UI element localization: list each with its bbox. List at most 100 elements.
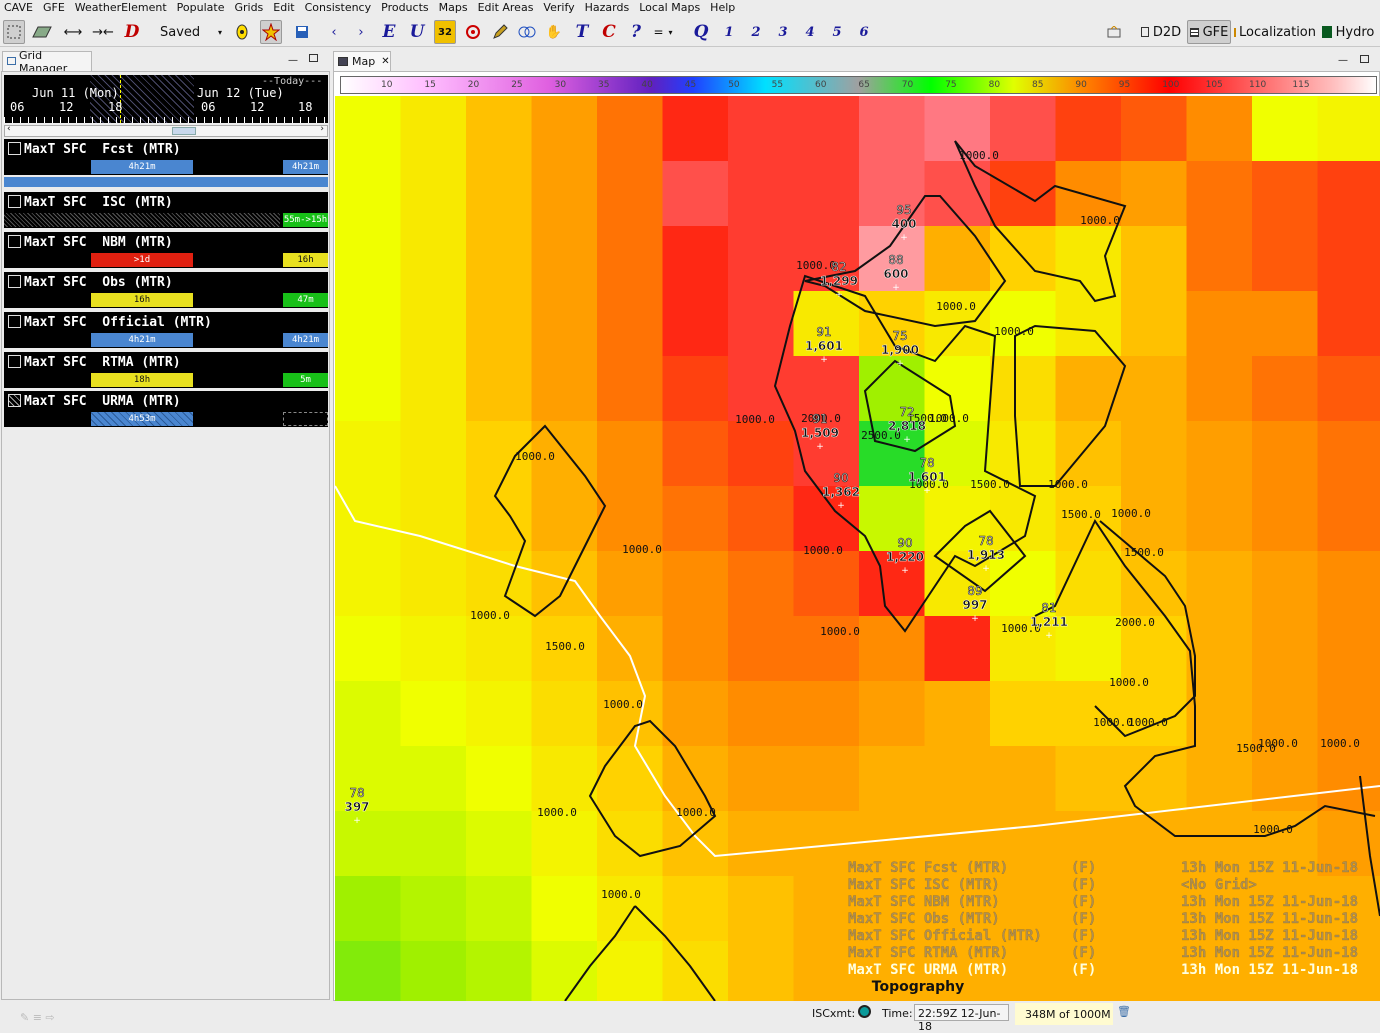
- map-canvas[interactable]: 1000.01000.01000.01000.01000.01000.01000…: [335, 96, 1380, 1001]
- prev-icon[interactable]: ‹: [323, 20, 345, 44]
- info-icon[interactable]: [231, 20, 253, 44]
- grid-checkbox[interactable]: [8, 235, 21, 248]
- map-display[interactable]: 1015202530354045505560657075808590951001…: [333, 71, 1380, 1001]
- pixel-size-32-button[interactable]: 32: [434, 20, 456, 44]
- grid-latest-bar[interactable]: 4h21m: [283, 333, 328, 347]
- menu-local-maps[interactable]: Local Maps: [639, 1, 700, 14]
- menu-products[interactable]: Products: [381, 1, 429, 14]
- grid-row[interactable]: MaxT SFC Obs (MTR)16h47m: [4, 272, 328, 308]
- map-maximize-icon[interactable]: [1360, 55, 1369, 63]
- scroll-right-icon[interactable]: ›: [320, 124, 324, 134]
- minimize-icon[interactable]: —: [288, 55, 298, 66]
- scroll-thumb[interactable]: [172, 127, 196, 135]
- tool-5-button[interactable]: 5: [826, 20, 848, 44]
- grid-time-bar[interactable]: 18h: [91, 373, 193, 387]
- grid-latest-bar[interactable]: [283, 412, 328, 426]
- menu-verify[interactable]: Verify: [543, 1, 574, 14]
- select-tool-icon[interactable]: [3, 20, 25, 44]
- grid-row[interactable]: MaxT SFC NBM (MTR)>1d16h: [4, 232, 328, 268]
- contour-tool-icon[interactable]: [516, 20, 538, 44]
- sample-tool-icon[interactable]: [31, 20, 53, 44]
- menu-populate[interactable]: Populate: [177, 1, 225, 14]
- scroll-left-icon[interactable]: ‹: [7, 124, 11, 134]
- c-tool-icon[interactable]: C: [598, 20, 620, 44]
- hand-icon[interactable]: ✋: [543, 20, 565, 44]
- grid-manager-tab[interactable]: Grid Manager: [2, 51, 92, 71]
- equals-dropdown[interactable]: =▾: [652, 20, 674, 44]
- map-minimize-icon[interactable]: —: [1338, 55, 1348, 66]
- help-tool-icon[interactable]: ?: [625, 20, 647, 44]
- grid-latest-bar[interactable]: 47m: [283, 293, 328, 307]
- e-tool-icon[interactable]: E: [378, 20, 400, 44]
- legend-name[interactable]: MaxT SFC ISC (MTR): [848, 877, 1000, 893]
- tool-3-button[interactable]: 3: [772, 20, 794, 44]
- q-tool-icon[interactable]: Q: [690, 20, 712, 44]
- maximize-icon[interactable]: [309, 54, 318, 62]
- grid-time-bar[interactable]: 4h21m: [91, 333, 193, 347]
- time-scrollbar[interactable]: ‹ ›: [4, 125, 328, 137]
- grid-checkbox[interactable]: [8, 275, 21, 288]
- grid-row[interactable]: MaxT SFC ISC (MTR)55m->15h: [4, 192, 328, 228]
- legend-name[interactable]: MaxT SFC Fcst (MTR): [848, 860, 1008, 876]
- legend-name[interactable]: MaxT SFC Official (MTR): [848, 928, 1042, 944]
- menu-hazards[interactable]: Hazards: [585, 1, 630, 14]
- d-tool-icon[interactable]: D: [121, 20, 143, 44]
- legend-name[interactable]: MaxT SFC Obs (MTR): [848, 911, 1000, 927]
- target-icon[interactable]: [462, 20, 484, 44]
- grid-checkbox[interactable]: [8, 142, 21, 155]
- tool-2-button[interactable]: 2: [745, 20, 767, 44]
- grid-row[interactable]: MaxT SFC URMA (MTR)4h53m: [4, 391, 328, 427]
- pencil-icon[interactable]: [489, 20, 511, 44]
- grid-checkbox[interactable]: [8, 394, 21, 407]
- open-perspective-icon[interactable]: [1103, 20, 1125, 44]
- perspective-gfe[interactable]: GFE: [1187, 20, 1231, 44]
- time-shift-icon[interactable]: →←: [92, 20, 114, 44]
- time-stretch-icon[interactable]: ⟷: [62, 20, 84, 44]
- menu-maps[interactable]: Maps: [439, 1, 468, 14]
- menu-weather-element[interactable]: WeatherElement: [75, 1, 167, 14]
- grid-time-bar[interactable]: 4h53m: [91, 412, 193, 426]
- color-bar[interactable]: 1015202530354045505560657075808590951001…: [340, 76, 1377, 94]
- tool-6-button[interactable]: 6: [853, 20, 875, 44]
- tool-1-button[interactable]: 1: [718, 20, 740, 44]
- perspective-localization[interactable]: Localization: [1235, 20, 1315, 44]
- highlight-tool-icon[interactable]: [260, 20, 282, 44]
- perspective-hydro[interactable]: Hydro: [1321, 20, 1375, 44]
- grid-time-bar[interactable]: >1d: [91, 253, 193, 267]
- tool-4-button[interactable]: 4: [799, 20, 821, 44]
- menu-consistency[interactable]: Consistency: [305, 1, 372, 14]
- grid-time-bar[interactable]: 4h21m: [91, 160, 193, 174]
- topography-label[interactable]: Topography: [872, 979, 964, 995]
- grid-time-bar[interactable]: 16h: [91, 293, 193, 307]
- legend-name[interactable]: MaxT SFC URMA (MTR): [848, 962, 1008, 978]
- grid-checkbox[interactable]: [8, 355, 21, 368]
- map-tab[interactable]: Map ✕: [333, 51, 391, 71]
- grid-row[interactable]: MaxT SFC RTMA (MTR)18h5m: [4, 352, 328, 388]
- grid-latest-bar[interactable]: 5m: [283, 373, 328, 387]
- menu-cave[interactable]: CAVE: [4, 1, 33, 14]
- grid-latest-bar[interactable]: 16h: [283, 253, 328, 267]
- grid-row[interactable]: MaxT SFC Official (MTR)4h21m4h21m: [4, 312, 328, 348]
- grid-latest-bar[interactable]: 55m->15h: [283, 213, 328, 227]
- legend-name[interactable]: MaxT SFC RTMA (MTR): [848, 945, 1008, 961]
- menu-help[interactable]: Help: [710, 1, 735, 14]
- save-icon[interactable]: [291, 20, 313, 44]
- close-icon[interactable]: ✕: [381, 56, 389, 67]
- menu-edit[interactable]: Edit: [273, 1, 294, 14]
- menu-grids[interactable]: Grids: [234, 1, 263, 14]
- perspective-d2d[interactable]: D2D: [1140, 20, 1182, 44]
- grid-checkbox[interactable]: [8, 315, 21, 328]
- menu-gfe[interactable]: GFE: [43, 1, 65, 14]
- trash-icon[interactable]: 🗑: [1117, 1005, 1131, 1018]
- time-scale[interactable]: --Today--- Jun 11 (Mon) Jun 12 (Tue) 06 …: [4, 75, 328, 123]
- grid-row[interactable]: MaxT SFC Fcst (MTR)4h21m4h21m: [4, 139, 328, 175]
- saved-dropdown[interactable]: Saved▾: [160, 20, 222, 44]
- grid-latest-bar[interactable]: 4h21m: [283, 160, 328, 174]
- legend-name[interactable]: MaxT SFC NBM (MTR): [848, 894, 1000, 910]
- next-icon[interactable]: ›: [350, 20, 372, 44]
- u-tool-icon[interactable]: U: [406, 20, 428, 44]
- t-tool-icon[interactable]: T: [571, 20, 593, 44]
- isc-indicator-icon[interactable]: [858, 1005, 871, 1018]
- menu-edit-areas[interactable]: Edit Areas: [478, 1, 534, 14]
- grid-checkbox[interactable]: [8, 195, 21, 208]
